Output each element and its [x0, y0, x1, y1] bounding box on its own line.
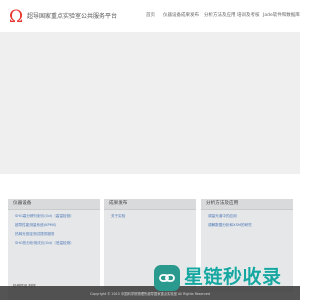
watermark: 星链秒收录 — [154, 263, 281, 297]
panel-title: 成果发布 — [104, 199, 196, 209]
watermark-logo-icon — [154, 265, 180, 291]
site-title[interactable]: 超导国家重点实验室公共服务平台 — [27, 11, 117, 20]
nav-training[interactable]: 培训及考核 — [237, 12, 260, 18]
list-item[interactable]: 关于实验 — [111, 214, 125, 219]
hero-banner — [0, 32, 300, 174]
nav-results[interactable]: 成果发布 — [181, 12, 199, 18]
list-item[interactable]: SHG热分析测试仪(Gd)（低温检测） — [15, 241, 74, 246]
svg-text:Ω: Ω — [9, 7, 23, 25]
list-item[interactable]: SHG高分辨衍射仪(Gd)（高温检测） — [15, 214, 74, 219]
list-item[interactable]: 超导性能测量系统(KPMS) — [15, 223, 56, 228]
nav-analysis-methods[interactable]: 分析方法及应用 — [204, 12, 236, 18]
panel-title: 分析方法及应用 — [201, 199, 293, 209]
chain-icon — [159, 274, 175, 282]
nav-home[interactable]: 首页 — [146, 12, 155, 18]
nav-jade-database[interactable]: Jade软件和数据库 — [263, 12, 300, 18]
list-item[interactable]: 调解数据分析和XSM的研究 — [208, 223, 252, 228]
watermark-text: 星链秒收录 — [184, 266, 282, 288]
list-item[interactable]: 调量光谱中的应用 — [208, 214, 237, 219]
panel-divider — [104, 209, 196, 210]
list-item[interactable]: 热释光测定测试提供服务 — [15, 232, 55, 237]
nav-instruments[interactable]: 仪器设备 — [163, 12, 181, 18]
panel-instruments: 仪器设备 SHG高分辨衍射仪(Gd)（高温检测） 超导性能测量系统(KPMS) … — [8, 199, 100, 292]
panel-divider — [8, 209, 100, 210]
site-header: Ω 超导国家重点实验室公共服务平台 首页 仪器设备 成果发布 分析方法及应用 培… — [0, 0, 300, 32]
panel-title: 仪器设备 — [8, 199, 100, 209]
panel-divider — [201, 209, 293, 210]
omega-logo-icon[interactable]: Ω — [9, 7, 23, 25]
